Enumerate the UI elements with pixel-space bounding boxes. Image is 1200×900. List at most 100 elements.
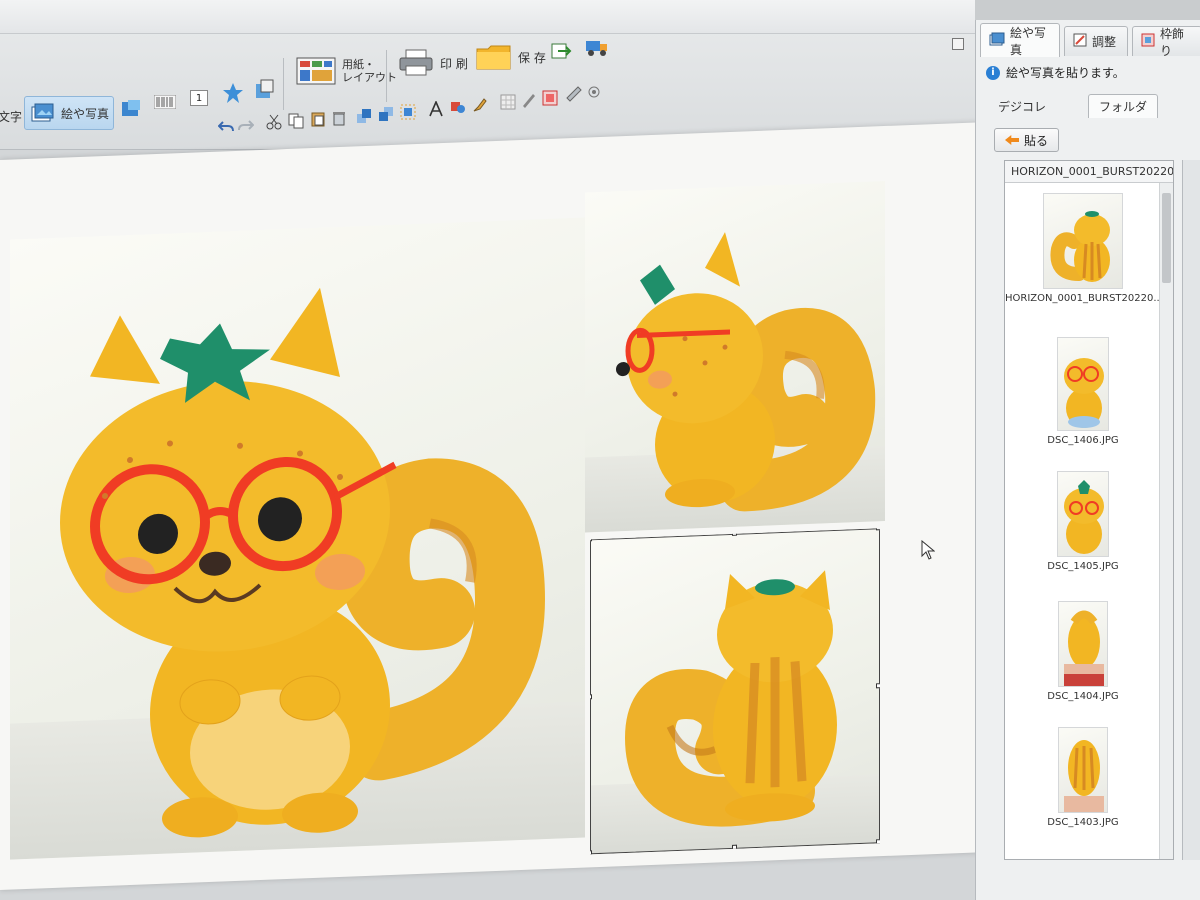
resize-handle[interactable] xyxy=(590,850,592,855)
thumbnail-caption: HORIZON_0001_BURST20220... xyxy=(1005,293,1163,304)
tab-frame[interactable]: 枠飾り xyxy=(1132,26,1200,58)
page-number: 1 xyxy=(195,92,203,104)
print-page xyxy=(0,121,998,890)
tab-pictures[interactable]: 絵や写真 xyxy=(980,23,1060,57)
tab-folder[interactable]: フォルダ xyxy=(1088,94,1159,118)
resize-handle[interactable] xyxy=(732,844,737,850)
thumbnail-caption: DSC_1404.JPG xyxy=(1047,691,1119,702)
ruler-icon[interactable] xyxy=(566,86,582,102)
info-message: i 絵や写真を貼ります。 xyxy=(986,64,1125,81)
redo-icon[interactable] xyxy=(238,117,254,133)
picture-label: 絵や写真 xyxy=(61,106,110,121)
thumbnail-caption: DSC_1406.JPG xyxy=(1047,435,1119,446)
cut-icon[interactable] xyxy=(266,114,282,130)
group-icon[interactable] xyxy=(400,104,416,120)
resize-handle[interactable] xyxy=(876,839,880,845)
bring-front-icon[interactable] xyxy=(356,108,372,124)
picture-icon xyxy=(31,100,55,126)
page-number-box[interactable]: 1 xyxy=(190,90,208,106)
folder-icon xyxy=(476,42,512,72)
thumbnail-item[interactable]: DSC_1403.JPG xyxy=(1005,727,1161,828)
thumbnail-item[interactable]: HORIZON_0001_BURST20220... xyxy=(1005,193,1163,304)
image-frame-icon[interactable] xyxy=(120,98,142,120)
barcode-icon[interactable] xyxy=(154,94,176,110)
decoration-icon[interactable] xyxy=(222,82,244,104)
char-tool[interactable]: 文字 xyxy=(0,108,22,125)
shape-icon[interactable] xyxy=(450,99,466,115)
undo-icon[interactable] xyxy=(218,118,234,134)
ribbon-separator xyxy=(283,58,284,110)
resize-handle[interactable] xyxy=(876,683,880,689)
tab-label: 枠飾り xyxy=(1160,26,1185,58)
paste-label: 貼る xyxy=(1024,133,1049,148)
thumbnail-item[interactable]: DSC_1406.JPG xyxy=(1005,337,1161,446)
printer-icon xyxy=(398,48,434,78)
picture-tab-icon xyxy=(989,32,1005,49)
photo-front-view[interactable] xyxy=(10,217,585,860)
thumbnail-image xyxy=(1058,601,1108,687)
resize-handle[interactable] xyxy=(876,528,880,531)
list-header: HORIZON_0001_BURST20220... xyxy=(1005,161,1173,183)
source-tabs: デジコレ フォルダ xyxy=(976,88,1200,118)
tab-adjust[interactable]: 調整 xyxy=(1064,26,1128,56)
thumbnail-image xyxy=(1058,727,1108,813)
arrow-left-icon xyxy=(1005,135,1019,145)
send-icon[interactable] xyxy=(584,36,610,58)
layout-icon xyxy=(296,56,336,86)
print-button[interactable]: 印 刷 xyxy=(392,44,474,82)
panel-tabs: 絵や写真 調整 枠飾り xyxy=(976,20,1200,60)
panel-edge xyxy=(1182,160,1200,860)
scroll-thumb[interactable] xyxy=(1162,193,1171,283)
paste-button[interactable]: 貼る xyxy=(994,128,1060,152)
photo-back-view[interactable] xyxy=(590,528,880,855)
photo-side-view[interactable] xyxy=(585,181,885,533)
resize-handle[interactable] xyxy=(732,530,737,536)
cursor-icon xyxy=(921,540,935,560)
info-text: 絵や写真を貼ります。 xyxy=(1006,66,1125,80)
send-back-icon[interactable] xyxy=(378,106,394,122)
ribbon-title-bar xyxy=(0,0,975,34)
layer-icon[interactable] xyxy=(254,78,276,100)
grid-icon[interactable] xyxy=(500,94,516,110)
thumbnail-list: HORIZON_0001_BURST20220... HORIZON_0001_… xyxy=(1004,160,1174,860)
text-icon[interactable] xyxy=(428,101,444,117)
zoom-icon[interactable] xyxy=(586,84,602,100)
brush-icon[interactable] xyxy=(472,97,488,113)
edit-image-icon[interactable] xyxy=(521,92,537,108)
selection-frame[interactable] xyxy=(590,528,880,855)
frame-icon xyxy=(1141,33,1155,50)
char-label: 文字 xyxy=(0,110,23,124)
thumbnail-image xyxy=(1043,193,1123,289)
export-icon[interactable] xyxy=(550,40,572,62)
tab-digicole[interactable]: デジコレ xyxy=(988,94,1056,118)
resize-handle[interactable] xyxy=(590,694,592,700)
frame-edit-icon[interactable] xyxy=(542,90,558,106)
tab-label: 絵や写真 xyxy=(1010,25,1047,57)
subtab-label: フォルダ xyxy=(1099,100,1148,114)
adjust-icon xyxy=(1073,33,1087,50)
copy-icon[interactable] xyxy=(288,113,304,129)
tab-label: 調整 xyxy=(1092,35,1117,49)
resize-handle[interactable] xyxy=(590,536,592,542)
picture-button[interactable]: 絵や写真 xyxy=(24,96,114,130)
felt-squirrel-front xyxy=(60,287,546,838)
thumbnail-scrollbar[interactable] xyxy=(1159,183,1173,859)
thumbnail-image xyxy=(1057,471,1109,557)
felt-squirrel-side xyxy=(616,232,876,512)
save-label: 保 存 xyxy=(518,50,546,65)
thumbnail-caption: DSC_1405.JPG xyxy=(1047,561,1119,572)
info-icon: i xyxy=(986,65,1000,80)
paste-icon[interactable] xyxy=(310,111,326,127)
print-label: 印 刷 xyxy=(440,56,468,71)
save-button[interactable]: 保 存 xyxy=(470,38,552,76)
thumbnail-caption: DSC_1403.JPG xyxy=(1047,817,1119,828)
thumbnail-item[interactable]: DSC_1405.JPG xyxy=(1005,471,1161,572)
thumbnail-image xyxy=(1057,337,1109,431)
restore-window-button[interactable] xyxy=(952,38,964,50)
thumbnail-item[interactable]: DSC_1404.JPG xyxy=(1005,601,1161,702)
side-panel: 絵や写真 調整 枠飾り i 絵や写真を貼ります。 デジコレ フォルダ 貼る HO… xyxy=(975,20,1200,900)
ribbon-separator xyxy=(386,50,387,102)
delete-icon[interactable] xyxy=(331,110,347,126)
paper-layout-label: 用紙・ レイアウト xyxy=(342,58,397,84)
subtab-label: デジコレ xyxy=(998,99,1047,114)
